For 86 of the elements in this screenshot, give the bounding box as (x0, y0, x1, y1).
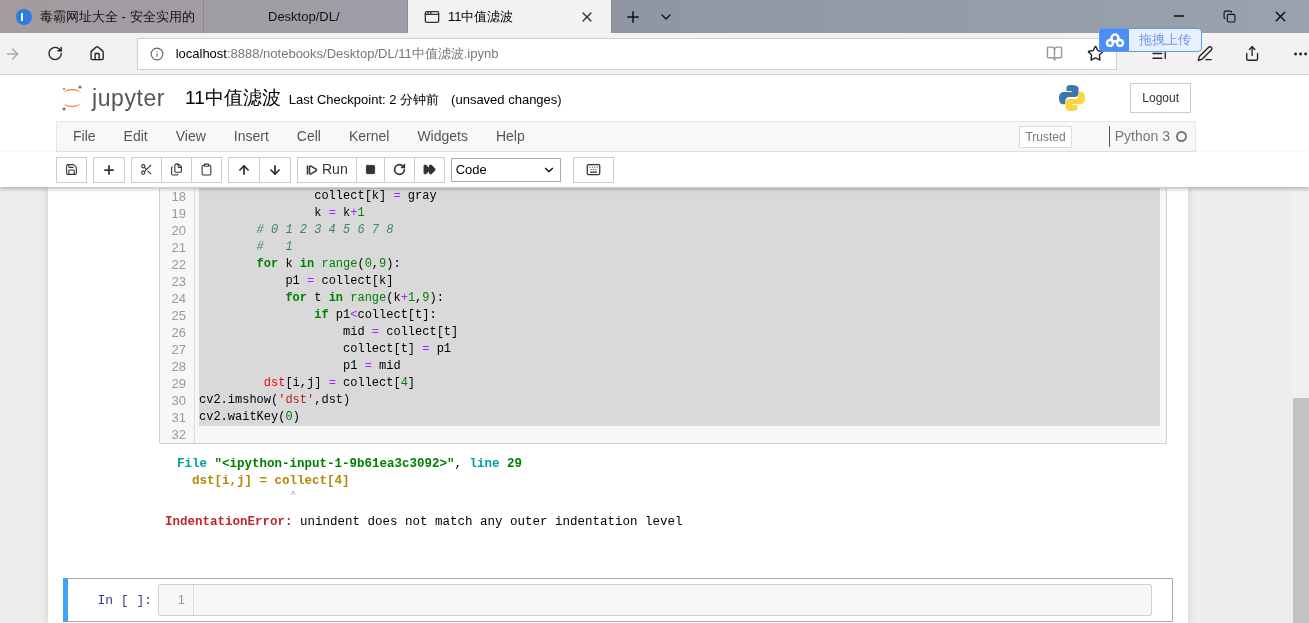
run-button[interactable]: Run (297, 156, 357, 183)
output-line: ^ (289, 490, 297, 500)
pen-icon[interactable] (1197, 45, 1214, 62)
line-number: 27 (170, 341, 186, 358)
plus-icon (102, 162, 116, 177)
input-prompt: In [ ]: (96, 592, 153, 610)
line-number: 23 (170, 273, 186, 290)
move-up-button[interactable] (228, 156, 260, 183)
copy-button[interactable] (162, 156, 192, 183)
menu-item[interactable]: Widgets (417, 126, 468, 147)
scrollbar-thumb[interactable] (1293, 398, 1309, 623)
address-field[interactable]: localhost:8888/notebooks/Desktop/DL/11中值滤波.ipynb (136, 37, 1118, 70)
checkpoint-status: Last Checkpoint: 2 分钟前 (288, 91, 440, 110)
line-number: 32 (170, 426, 186, 443)
menu-item[interactable]: Help (495, 126, 525, 147)
share-icon[interactable] (1243, 45, 1260, 62)
autosave-status: (unsaved changes) (451, 91, 562, 110)
line-number: 24 (170, 290, 186, 307)
step-icon (306, 163, 318, 176)
page-icon (424, 8, 440, 25)
line-number: 26 (170, 324, 186, 341)
upload-label: 拖拽上传 (1138, 31, 1192, 49)
browser-tab[interactable]: Desktop/DL/ (204, 0, 408, 33)
restart-icon (392, 163, 406, 176)
stop-button[interactable] (356, 156, 385, 183)
info-icon (149, 46, 164, 61)
menu-item[interactable]: View (175, 126, 206, 147)
favorite-star-icon[interactable] (1087, 45, 1105, 62)
url-host: localhost (175, 44, 227, 63)
restore-icon[interactable] (1223, 10, 1236, 23)
browser-tab[interactable]: 毒霸网址大全 - 安全实用的 (0, 0, 204, 33)
site-favicon-icon (16, 8, 32, 25)
jupyter-logo-icon (60, 84, 84, 112)
menu-item[interactable]: Edit (123, 126, 148, 147)
cell-type-select[interactable]: Code (450, 157, 561, 182)
python-logo-icon (1058, 84, 1087, 112)
line-number: 30 (170, 392, 186, 409)
line-number: 21 (170, 239, 186, 256)
output-line: File "<ipython-input-1-9b61ea3c3092>", line 29 (176, 456, 524, 473)
run-all-button[interactable] (414, 156, 445, 183)
keyboard-icon (585, 162, 601, 177)
cut-icon (140, 163, 153, 176)
tab-title: 11中值滤波 (448, 7, 515, 26)
notebook-cell[interactable]: In [ ]: 1 (63, 578, 1173, 622)
paste-button[interactable] (192, 156, 222, 183)
cloud-icon (1104, 33, 1125, 47)
refresh-icon[interactable] (47, 45, 64, 62)
line-number: 19 (170, 205, 186, 222)
kernel-name: Python 3 (1108, 126, 1170, 147)
url-path: :8888/notebooks/Desktop/DL/11中值滤波.ipynb (226, 44, 499, 63)
move-down-button[interactable] (260, 156, 291, 183)
paste-icon (200, 163, 213, 176)
output-line: dst[i,j] = collect[4] (191, 473, 351, 490)
line-number: 20 (170, 222, 186, 239)
trusted-badge[interactable]: Trusted (1019, 125, 1072, 148)
save-button[interactable] (56, 156, 87, 183)
arrow-down-icon (268, 162, 282, 177)
notebook-name[interactable]: 11中值滤波 (185, 83, 281, 113)
insert-cell-button[interactable] (93, 156, 125, 183)
stop-icon (364, 164, 376, 175)
logout-button[interactable]: Logout (1130, 83, 1191, 113)
reading-view-icon[interactable] (1046, 45, 1064, 62)
tab-title: 毒霸网址大全 - 安全实用的 (40, 7, 195, 26)
line-number: 29 (170, 375, 186, 392)
line-number: 1 (176, 591, 185, 609)
line-number: 18 (170, 188, 186, 205)
copy-icon (170, 163, 183, 176)
home-icon[interactable] (89, 45, 106, 62)
jupyter-wordmark: jupyter (92, 83, 166, 113)
browser-tab[interactable]: 11中值滤波 (408, 0, 612, 33)
cut-button[interactable] (131, 156, 162, 183)
menu-item[interactable]: Cell (296, 126, 321, 147)
menu-item[interactable]: File (73, 126, 96, 147)
line-number: 28 (170, 358, 186, 375)
save-icon (65, 163, 78, 176)
new-tab-icon[interactable] (624, 8, 642, 26)
line-number: 25 (170, 307, 186, 324)
output-line: IndentationError: unindent does not match any outer indentation level (165, 514, 684, 531)
line-number: 31 (170, 409, 186, 426)
keyboard-button[interactable] (572, 156, 614, 183)
fast-forward-icon (422, 163, 436, 176)
tab-title: Desktop/DL/ (267, 7, 341, 26)
line-number: 22 (170, 256, 186, 273)
menu-item[interactable]: Kernel (348, 126, 390, 147)
menu-item[interactable]: Insert (233, 126, 269, 147)
restart-button[interactable] (384, 156, 415, 183)
